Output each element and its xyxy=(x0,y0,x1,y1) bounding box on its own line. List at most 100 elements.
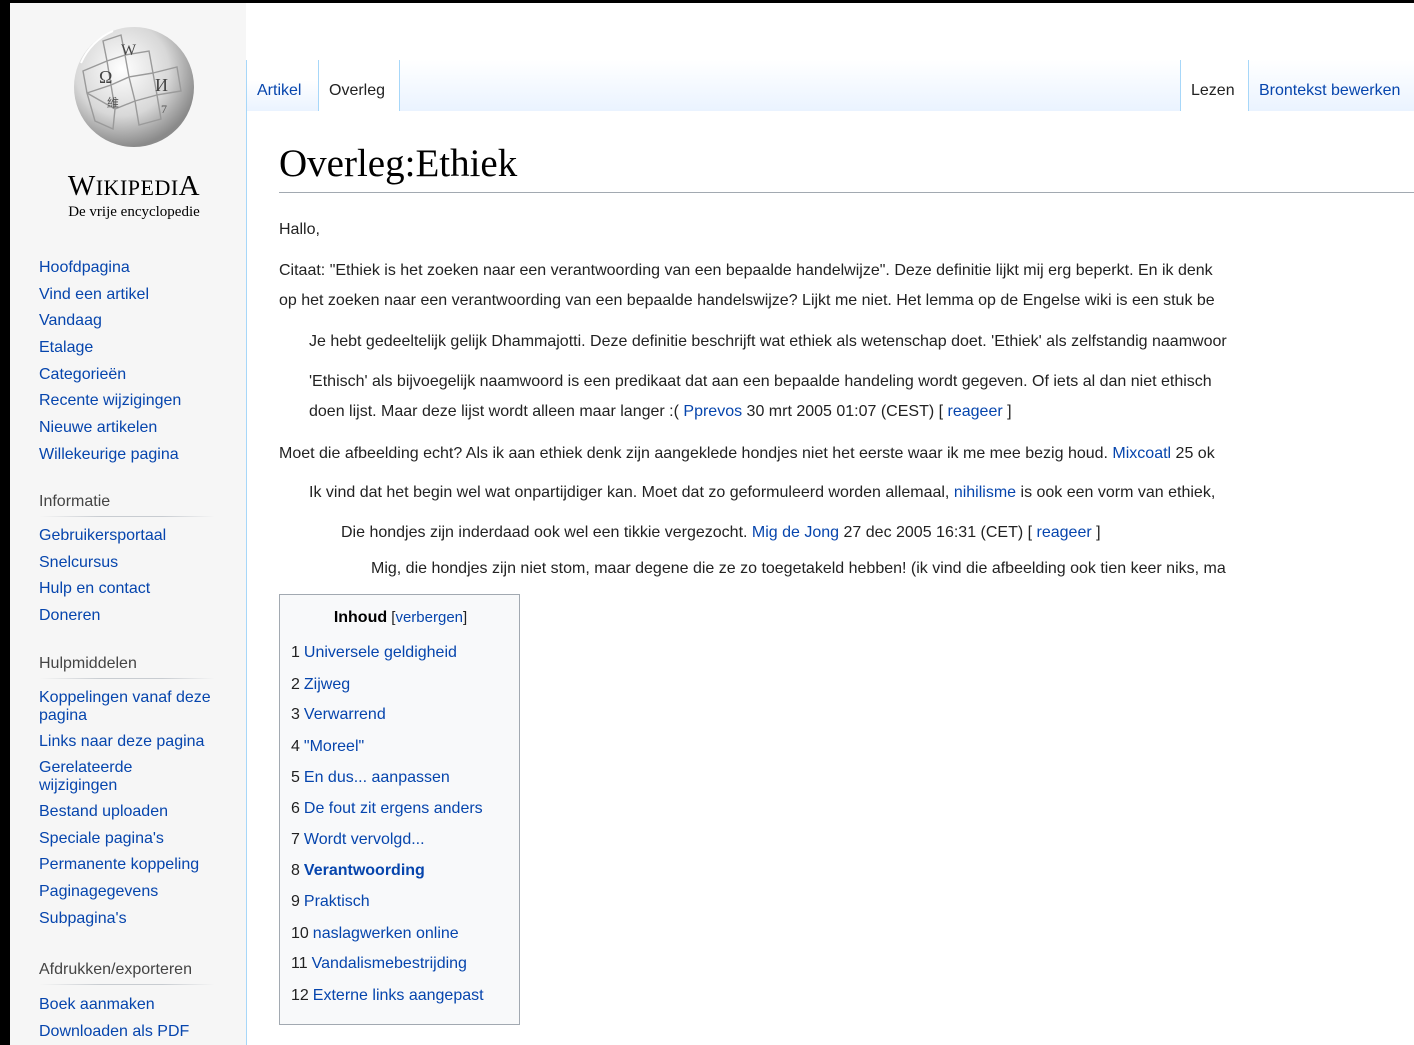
toc-toggle-link[interactable]: verbergen xyxy=(395,609,463,626)
toc-link[interactable]: Universele geldigheid xyxy=(304,644,457,661)
talk-comment-3: Moet die afbeelding echt? Als ik aan eth… xyxy=(279,439,1215,469)
toc-link[interactable]: De fout zit ergens anders xyxy=(304,800,483,817)
toc-number: 2 xyxy=(291,676,300,693)
nav-item-paginagegevens[interactable]: Paginagegevens xyxy=(39,883,224,901)
nav-item-permanente-koppeling[interactable]: Permanente koppeling xyxy=(39,856,224,874)
nav-item-willekeurige-pagina[interactable]: Willekeurige pagina xyxy=(39,446,239,464)
nav-item-vandaag[interactable]: Vandaag xyxy=(39,312,239,330)
toc-item[interactable]: 8 Verantwoording xyxy=(291,862,425,880)
reply-2-text: doen lijst. Maar deze lijst wordt alleen… xyxy=(309,403,684,420)
toc-item[interactable]: 3 Verwarrend xyxy=(291,706,386,724)
toc-number: 3 xyxy=(291,706,300,723)
talk-greeting: Hallo, xyxy=(279,221,320,238)
svg-text:維: 維 xyxy=(107,96,119,110)
toc-item[interactable]: 10 naslagwerken online xyxy=(291,925,459,943)
toc-number: 5 xyxy=(291,769,300,786)
toc-item[interactable]: 12 Externe links aangepast xyxy=(291,987,484,1005)
sidebar: W Ω И 維 7 WIKIPEDIA De vrije encyclopedi… xyxy=(10,3,246,1045)
nav-item-downloaden-als-pdf[interactable]: Downloaden als PDF xyxy=(39,1023,239,1041)
nav-item-gebruikersportaal[interactable]: Gebruikersportaal xyxy=(39,527,239,545)
screenshot-frame-left xyxy=(0,0,10,1045)
table-of-contents: Inhoud [verbergen] 1 Universele geldighei… xyxy=(279,594,520,1025)
nav-item-etalage[interactable]: Etalage xyxy=(39,339,239,357)
svg-text:И: И xyxy=(155,75,168,95)
signature-date: 27 dec 2005 16:31 (CET) [ xyxy=(839,524,1037,541)
toc-item[interactable]: 6 De fout zit ergens anders xyxy=(291,800,483,818)
toc-number: 8 xyxy=(291,862,300,879)
talk-reply-4: Ik vind dat het begin wel wat onpartijdi… xyxy=(309,478,1215,508)
reply-bracket: ] xyxy=(1002,403,1012,420)
toc-link[interactable]: Externe links aangepast xyxy=(313,987,484,1004)
nav-main: Hoofdpagina Vind een artikel Vandaag Eta… xyxy=(39,259,239,464)
tab-overleg[interactable]: Overleg xyxy=(318,60,400,112)
toc-link[interactable]: Vandalismebestrijding xyxy=(312,955,467,972)
nav-item-koppelingen-vanaf-deze-pagina[interactable]: Koppelingen vanaf deze pagina xyxy=(39,689,224,725)
user-link-mig-de-jong[interactable]: Mig de Jong xyxy=(752,524,839,541)
reply-link[interactable]: reageer xyxy=(948,403,1003,420)
toc-link[interactable]: "Moreel" xyxy=(304,738,364,755)
talk-paragraph-1-line-2: op het zoeken naar een verantwoording va… xyxy=(279,292,1215,309)
toc-header: Inhoud [verbergen] xyxy=(280,609,521,627)
nav-item-speciale-paginas[interactable]: Speciale pagina's xyxy=(39,830,224,848)
toc-item[interactable]: 11 Vandalismebestrijding xyxy=(291,955,467,973)
nav-item-doneren[interactable]: Doneren xyxy=(39,607,239,625)
talk-reply-2-line-2: doen lijst. Maar deze lijst wordt alleen… xyxy=(309,397,1012,427)
nav-item-bestand-uploaden[interactable]: Bestand uploaden xyxy=(39,803,224,821)
nav-item-vind-een-artikel[interactable]: Vind een artikel xyxy=(39,286,239,304)
toc-item[interactable]: 4 "Moreel" xyxy=(291,738,364,756)
nav-item-boek-aanmaken[interactable]: Boek aanmaken xyxy=(39,996,239,1014)
toc-number: 10 xyxy=(291,925,309,942)
talk-reply-5: Die hondjes zijn inderdaad ook wel een t… xyxy=(341,518,1101,548)
nav-item-subpaginas[interactable]: Subpagina's xyxy=(39,910,224,928)
wikipedia-tagline: De vrije encyclopedie xyxy=(68,204,200,220)
nav-item-recente-wijzigingen[interactable]: Recente wijzigingen xyxy=(39,392,239,410)
nav-item-hoofdpagina[interactable]: Hoofdpagina xyxy=(39,259,239,277)
svg-text:W: W xyxy=(121,42,137,59)
toc-number: 9 xyxy=(291,893,300,910)
talk-reply-6: Mig, die hondjes zijn niet stom, maar de… xyxy=(371,560,1226,577)
toc-toggle-bracket: ] xyxy=(463,609,468,626)
toc-item[interactable]: 1 Universele geldigheid xyxy=(291,644,457,662)
nav-item-gerelateerde-wijzigingen[interactable]: Gerelateerde wijzigingen xyxy=(39,759,159,795)
nav-item-categorieen[interactable]: Categorieën xyxy=(39,366,239,384)
toc-item[interactable]: 2 Zijweg xyxy=(291,676,350,694)
page-title: Overleg:Ethiek xyxy=(279,141,1414,193)
toc-link[interactable]: En dus... aanpassen xyxy=(304,769,450,786)
toc-title: Inhoud xyxy=(333,609,388,626)
toc-link[interactable]: Zijweg xyxy=(304,676,350,693)
toc-link[interactable]: Verantwoording xyxy=(304,862,425,879)
nav-heading-hulpmiddelen: Hulpmiddelen xyxy=(39,655,215,679)
toc-item[interactable]: 7 Wordt vervolgd... xyxy=(291,831,425,849)
reply-bracket: ] xyxy=(1091,524,1101,541)
toc-link[interactable]: Verwarrend xyxy=(304,706,386,723)
tab-bar: Artikel Overleg Lezen Brontekst bewerken xyxy=(246,60,1414,112)
toc-link[interactable]: naslagwerken online xyxy=(313,925,459,942)
link-nihilisme[interactable]: nihilisme xyxy=(954,484,1016,501)
toc-number: 1 xyxy=(291,644,300,661)
toc-number: 7 xyxy=(291,831,300,848)
puzzle-globe-icon: W Ω И 維 7 xyxy=(74,27,194,147)
tab-brontekst-bewerken[interactable]: Brontekst bewerken xyxy=(1249,60,1414,111)
user-link-pprevos[interactable]: Pprevos xyxy=(683,403,742,420)
toc-link[interactable]: Wordt vervolgd... xyxy=(304,831,425,848)
signature-date: 25 ok xyxy=(1171,445,1215,462)
user-link-mixcoatl[interactable]: Mixcoatl xyxy=(1112,445,1171,462)
nav-item-links-naar-deze-pagina[interactable]: Links naar deze pagina xyxy=(39,733,224,751)
nav-heading-informatie: Informatie xyxy=(39,493,215,517)
comment-3-text: Moet die afbeelding echt? Als ik aan eth… xyxy=(279,445,1113,462)
toc-link[interactable]: Praktisch xyxy=(304,893,370,910)
nav-item-hulp-en-contact[interactable]: Hulp en contact xyxy=(39,580,239,598)
nav-item-nieuwe-artikelen[interactable]: Nieuwe artikelen xyxy=(39,419,239,437)
reply-4-text-end: is ook een vorm van ethiek, xyxy=(1016,484,1216,501)
toc-number: 12 xyxy=(291,987,309,1004)
nav-item-snelcursus[interactable]: Snelcursus xyxy=(39,554,239,572)
toc-number: 11 xyxy=(291,955,308,972)
tab-artikel[interactable]: Artikel xyxy=(246,60,318,111)
tab-lezen[interactable]: Lezen xyxy=(1180,60,1249,112)
wikipedia-logo[interactable]: W Ω И 維 7 WIKIPEDIA De vrije encyclopedi… xyxy=(54,21,214,221)
reply-link[interactable]: reageer xyxy=(1037,524,1092,541)
toc-item[interactable]: 9 Praktisch xyxy=(291,893,370,911)
talk-reply-2-line-1: 'Ethisch' als bijvoegelijk naamwoord is … xyxy=(309,373,1212,390)
toc-item[interactable]: 5 En dus... aanpassen xyxy=(291,769,450,787)
reply-5-text: Die hondjes zijn inderdaad ook wel een t… xyxy=(341,524,752,541)
